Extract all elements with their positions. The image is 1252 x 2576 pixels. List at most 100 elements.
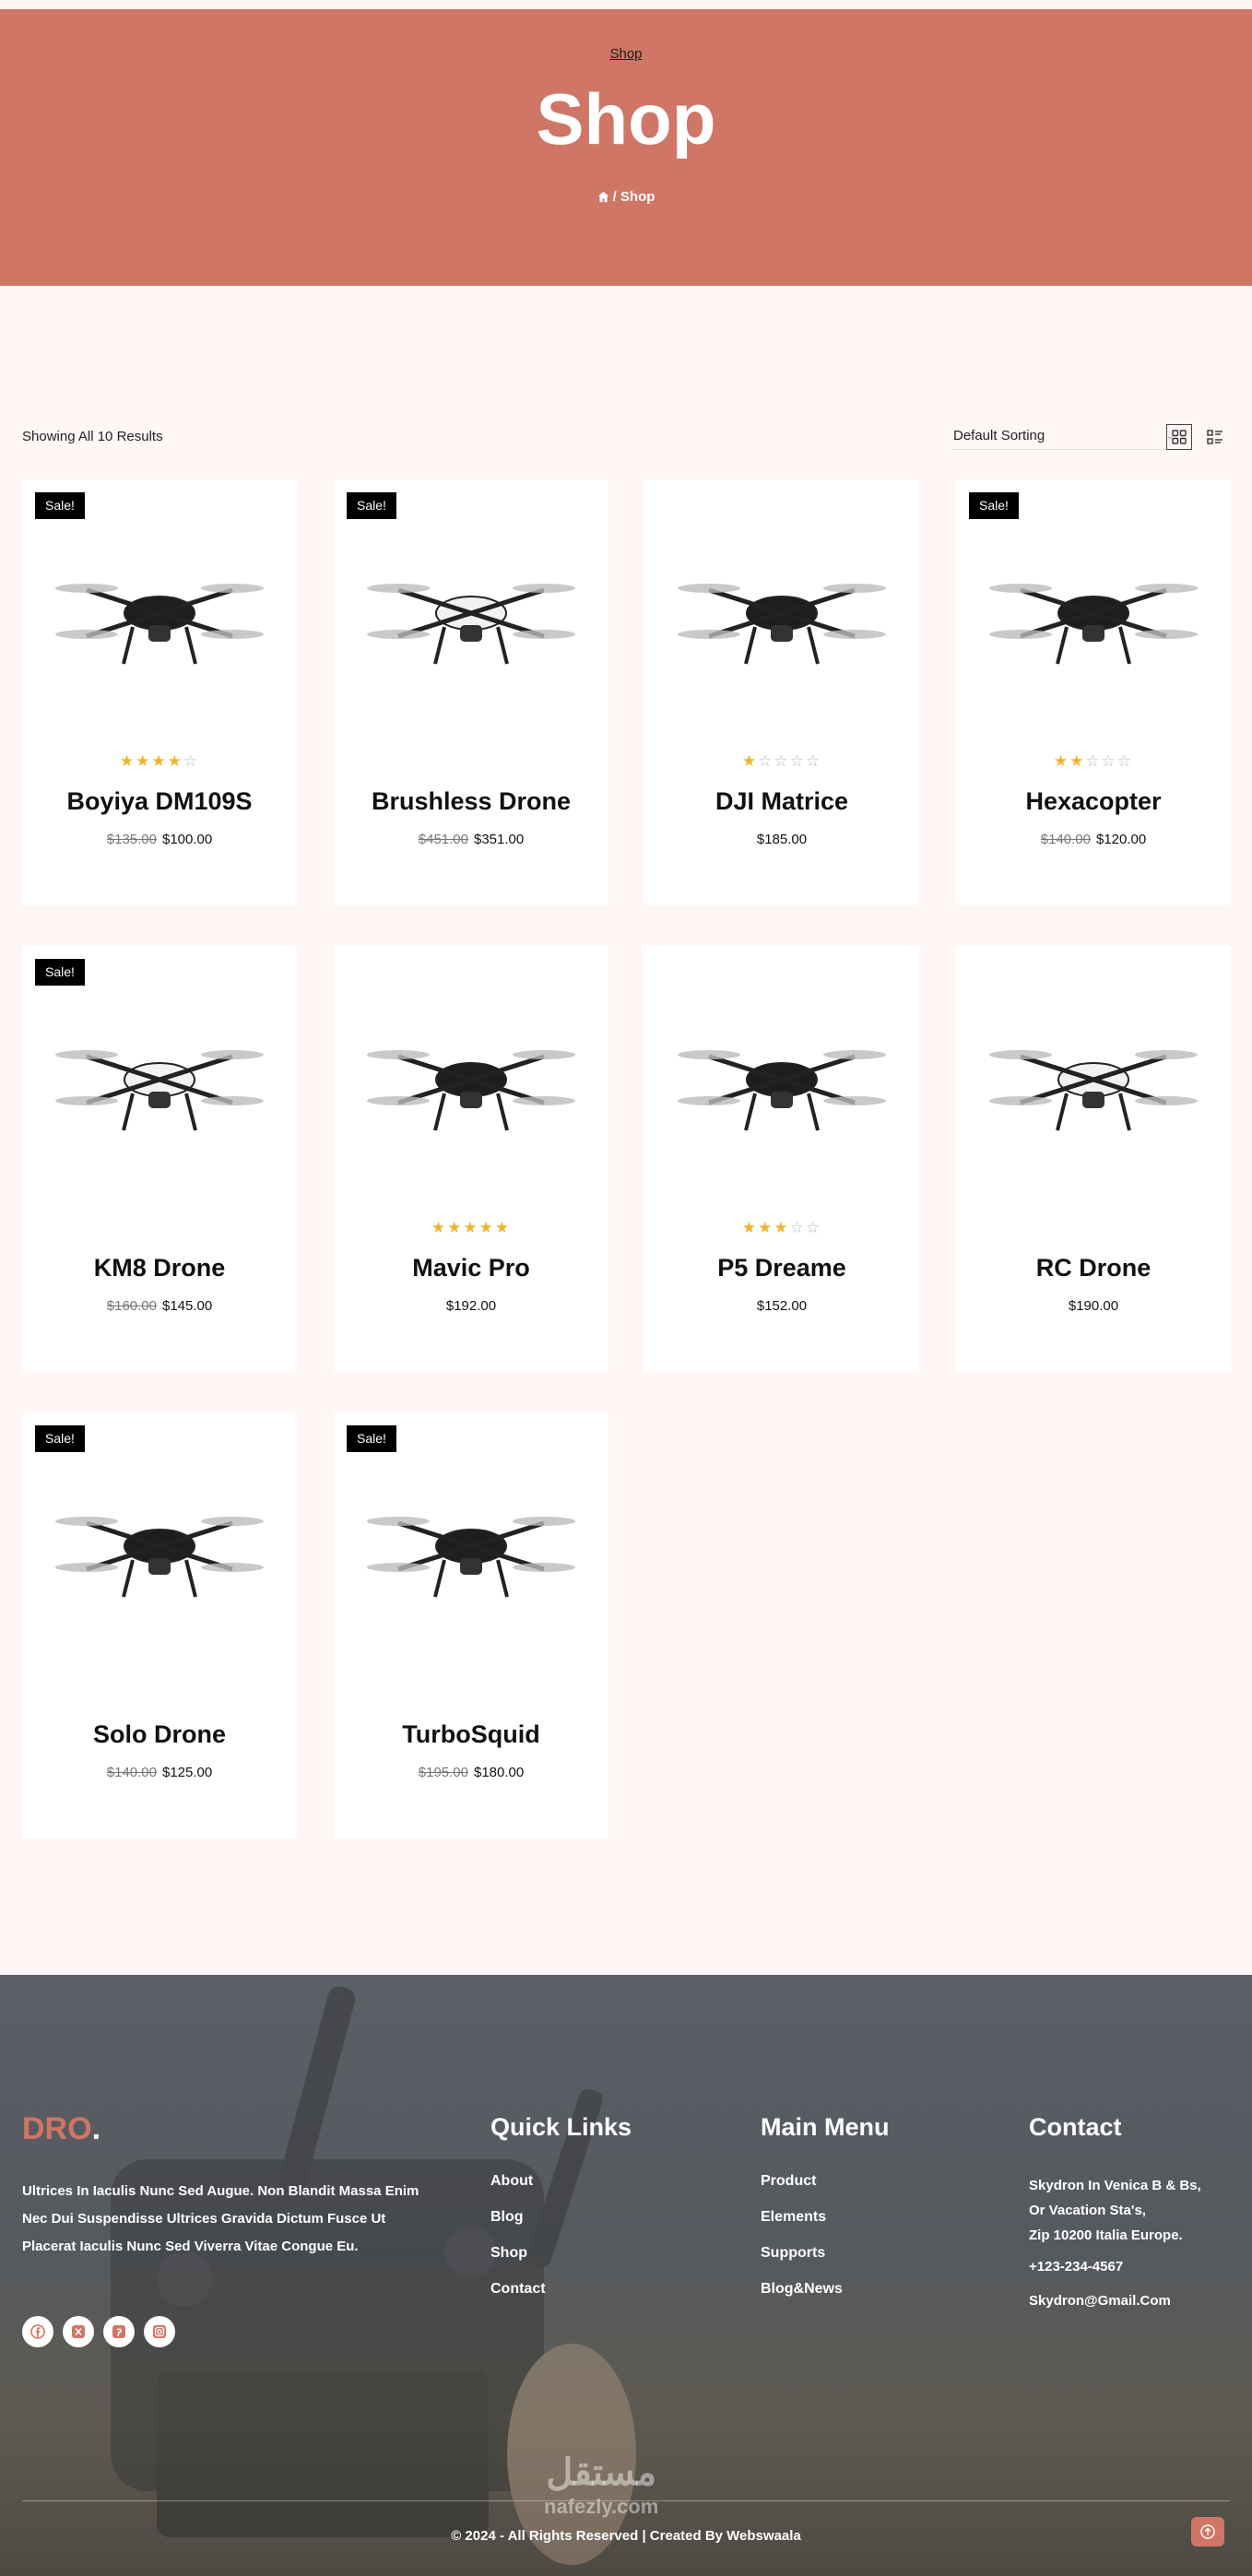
footer-logo[interactable]: DRO. bbox=[22, 2111, 100, 2147]
product-name[interactable]: TurboSquid bbox=[334, 1720, 608, 1749]
product-card[interactable]: Sale! Brushless Drone $451.00 $351.00 bbox=[334, 479, 608, 905]
star-filled-icon: ★ bbox=[741, 752, 759, 770]
product-card[interactable]: Sale! Solo Drone $140.00 $125.00 bbox=[22, 1412, 297, 1838]
product-name[interactable]: RC Drone bbox=[956, 1254, 1231, 1282]
drone-image bbox=[367, 584, 575, 665]
product-image[interactable] bbox=[334, 983, 608, 1167]
main-menu-title: Main Menu bbox=[761, 2113, 890, 2141]
product-image[interactable] bbox=[644, 516, 919, 701]
current-price: $351.00 bbox=[474, 832, 525, 847]
hero-top-link[interactable]: Shop bbox=[0, 46, 1252, 62]
back-to-top-button[interactable] bbox=[1191, 2517, 1224, 2546]
quick-link-contact[interactable]: Contact bbox=[490, 2281, 632, 2317]
product-image[interactable] bbox=[334, 516, 608, 701]
product-image[interactable] bbox=[956, 516, 1231, 701]
contact-email[interactable]: Skydron@Gmail.Com bbox=[1029, 2293, 1201, 2309]
menu-link-product[interactable]: Product bbox=[761, 2173, 890, 2209]
sort-select[interactable]: Default Sorting ⌄ bbox=[951, 424, 1180, 450]
product-name[interactable]: Boyiya DM109S bbox=[22, 787, 297, 816]
drone-image bbox=[678, 1050, 886, 1131]
drone-image bbox=[55, 1050, 264, 1131]
contact-address: Skydron In Venica B & Bs, Or Vacation St… bbox=[1029, 2173, 1201, 2248]
star-empty-icon: ☆ bbox=[789, 752, 806, 770]
product-card[interactable]: Sale! TurboSquid $195.00 $180.00 bbox=[334, 1412, 608, 1838]
drone-image bbox=[989, 1050, 1198, 1131]
product-card[interactable]: ★☆☆☆☆ DJI Matrice $185.00 bbox=[644, 479, 919, 905]
star-empty-icon: ☆ bbox=[1085, 752, 1102, 770]
facebook-link[interactable] bbox=[22, 2316, 53, 2347]
x-icon bbox=[72, 2325, 85, 2338]
site-footer: DRO. Ultrices In Iaculis Nunc Sed Augue.… bbox=[0, 1975, 1252, 2576]
star-empty-icon: ☆ bbox=[183, 752, 200, 770]
breadcrumb-current: / Shop bbox=[612, 189, 656, 205]
product-name[interactable]: DJI Matrice bbox=[644, 787, 919, 816]
star-filled-icon: ★ bbox=[741, 1219, 759, 1236]
product-image[interactable] bbox=[334, 1449, 608, 1634]
product-image[interactable] bbox=[22, 516, 297, 701]
watermark-text: مستقل bbox=[546, 2452, 657, 2493]
quick-link-about[interactable]: About bbox=[490, 2173, 632, 2209]
product-card[interactable]: Sale! ★★★★☆ Boyiya DM109S $135.00 $100.00 bbox=[22, 479, 297, 905]
product-image[interactable] bbox=[22, 983, 297, 1167]
current-price: $125.00 bbox=[162, 1765, 213, 1780]
product-name[interactable]: P5 Dreame bbox=[644, 1254, 919, 1282]
star-filled-icon: ★ bbox=[431, 1219, 448, 1236]
instagram-link[interactable] bbox=[144, 2316, 175, 2347]
product-card[interactable]: Sale! KM8 Drone $160.00 $145.00 bbox=[22, 946, 297, 1372]
product-card[interactable]: ★★★★★ Mavic Pro $192.00 bbox=[334, 946, 608, 1372]
x-link[interactable] bbox=[63, 2316, 94, 2347]
star-filled-icon: ★ bbox=[774, 1219, 790, 1236]
product-name[interactable]: KM8 Drone bbox=[22, 1254, 297, 1282]
current-price: $190.00 bbox=[1068, 1298, 1119, 1314]
quick-link-shop[interactable]: Shop bbox=[490, 2245, 632, 2281]
star-rating: ★★★★☆ bbox=[22, 752, 297, 771]
logo-dot: . bbox=[91, 2111, 101, 2146]
page-title: Shop bbox=[536, 78, 716, 160]
product-name[interactable]: Solo Drone bbox=[22, 1720, 297, 1749]
facebook-icon bbox=[30, 2324, 45, 2339]
quick-link-blog[interactable]: Blog bbox=[490, 2209, 632, 2245]
home-icon[interactable] bbox=[597, 191, 609, 203]
contact-phone[interactable]: +123-234-4567 bbox=[1029, 2259, 1201, 2275]
sale-badge: Sale! bbox=[347, 492, 396, 519]
current-price: $120.00 bbox=[1096, 832, 1147, 847]
product-price: $185.00 bbox=[644, 832, 919, 847]
pinterest-link[interactable] bbox=[103, 2316, 135, 2347]
menu-link-supports[interactable]: Supports bbox=[761, 2245, 890, 2281]
social-links bbox=[22, 2316, 175, 2347]
star-empty-icon: ☆ bbox=[1101, 752, 1117, 770]
old-price: $140.00 bbox=[106, 1765, 157, 1780]
product-image[interactable] bbox=[956, 983, 1231, 1167]
product-name[interactable]: Hexacopter bbox=[956, 787, 1231, 816]
old-price: $451.00 bbox=[418, 832, 468, 847]
address-line: Skydron In Venica B & Bs, bbox=[1029, 2178, 1201, 2193]
drone-image bbox=[367, 1050, 575, 1131]
grid-view-button[interactable] bbox=[1166, 424, 1192, 450]
star-filled-icon: ★ bbox=[1053, 752, 1070, 770]
old-price: $195.00 bbox=[418, 1765, 468, 1780]
menu-link-elements[interactable]: Elements bbox=[761, 2209, 890, 2245]
product-card[interactable]: RC Drone $190.00 bbox=[956, 946, 1231, 1372]
product-name[interactable]: Brushless Drone bbox=[334, 787, 608, 816]
star-empty-icon: ☆ bbox=[805, 1219, 822, 1236]
product-image[interactable] bbox=[22, 1449, 297, 1634]
star-rating: ★☆☆☆☆ bbox=[644, 752, 919, 771]
product-card[interactable]: Sale! ★★☆☆☆ Hexacopter $140.00 $120.00 bbox=[956, 479, 1231, 905]
pinterest-icon bbox=[112, 2325, 125, 2338]
grid-view-icon bbox=[1172, 430, 1187, 444]
drone-image bbox=[678, 584, 886, 665]
contact-title: Contact bbox=[1029, 2113, 1122, 2141]
product-image[interactable] bbox=[644, 983, 919, 1167]
result-count: Showing All 10 Results bbox=[22, 429, 163, 444]
product-price: $152.00 bbox=[644, 1298, 919, 1314]
product-price: $160.00 $145.00 bbox=[22, 1298, 297, 1314]
quick-links-title: Quick Links bbox=[490, 2113, 632, 2141]
menu-link-blog-news[interactable]: Blog&News bbox=[761, 2281, 890, 2317]
product-price: $192.00 bbox=[334, 1298, 608, 1314]
product-card[interactable]: ★★★☆☆ P5 Dreame $152.00 bbox=[644, 946, 919, 1372]
star-filled-icon: ★ bbox=[478, 1219, 495, 1236]
product-price: $451.00 $351.00 bbox=[334, 832, 608, 847]
address-line: Zip 10200 Italia Europe. bbox=[1029, 2227, 1183, 2243]
list-view-button[interactable] bbox=[1202, 424, 1228, 450]
product-name[interactable]: Mavic Pro bbox=[334, 1254, 608, 1282]
